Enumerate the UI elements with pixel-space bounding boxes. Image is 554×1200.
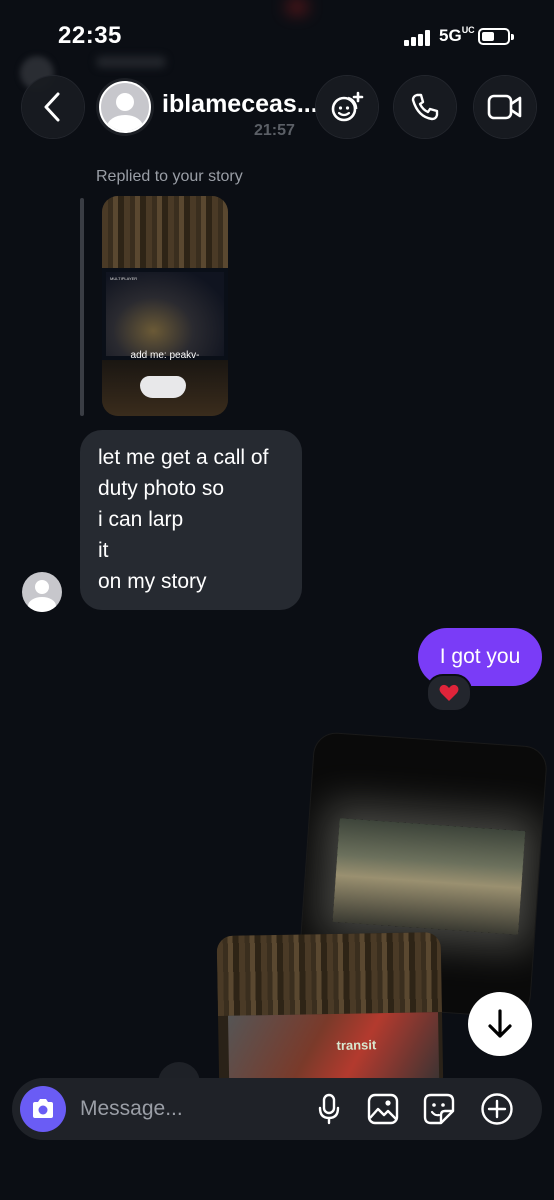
gallery-icon — [367, 1093, 399, 1125]
sticker-button[interactable] — [420, 1090, 458, 1128]
sticker-icon — [423, 1093, 455, 1125]
effects-button[interactable] — [316, 76, 378, 138]
story-caption: add me: peakv- — [130, 350, 200, 361]
header-timestamp: 21:57 — [254, 122, 295, 139]
plus-icon — [481, 1093, 513, 1125]
gallery-button[interactable] — [364, 1090, 402, 1128]
message-line: on my story — [98, 570, 207, 593]
video-call-button[interactable] — [474, 76, 536, 138]
chat-username[interactable]: iblameceas... — [162, 90, 318, 119]
heart-icon — [439, 684, 459, 701]
blurred-text — [96, 56, 166, 68]
mic-icon — [318, 1093, 340, 1125]
message-line: duty photo so — [98, 477, 225, 500]
more-options-button[interactable] — [478, 1090, 516, 1128]
message-line: let me get a call of — [98, 446, 269, 469]
shared-photo[interactable]: transit — [216, 932, 444, 1096]
sender-avatar[interactable] — [22, 572, 62, 612]
camera-icon — [33, 1099, 53, 1118]
voice-message-button[interactable] — [310, 1090, 348, 1128]
message-line: i can larp — [98, 508, 184, 531]
signal-icon — [404, 30, 432, 46]
camera-button[interactable] — [20, 1086, 66, 1132]
chevron-left-icon — [44, 92, 60, 122]
network-sub: UC — [461, 25, 475, 35]
incoming-message-bubble[interactable]: let me get a call of duty photo so i can… — [80, 430, 302, 610]
battery-icon — [478, 28, 514, 45]
reply-indicator-bar — [80, 198, 84, 416]
avatar — [99, 81, 151, 133]
profile-avatar[interactable] — [96, 78, 154, 136]
phone-icon — [411, 93, 439, 121]
photo-text: transit — [336, 1037, 377, 1053]
back-button[interactable] — [22, 76, 84, 138]
video-icon — [487, 94, 522, 120]
heart-reaction[interactable] — [426, 674, 472, 712]
audio-call-button[interactable] — [394, 76, 456, 138]
network-type: 5GUC — [439, 25, 475, 46]
arrow-down-icon — [488, 1009, 512, 1038]
message-line: it — [98, 539, 109, 562]
message-input[interactable] — [80, 1096, 300, 1122]
story-thumbnail[interactable]: MULTIPLAYER add me: peakv- — [102, 196, 228, 416]
effects-icon — [331, 91, 364, 122]
scroll-to-bottom-button[interactable] — [468, 992, 532, 1056]
controller-image — [140, 376, 186, 398]
replied-label: Replied to your story — [96, 168, 243, 185]
status-time: 22:35 — [58, 22, 122, 49]
blurred-overlay — [286, 0, 308, 14]
